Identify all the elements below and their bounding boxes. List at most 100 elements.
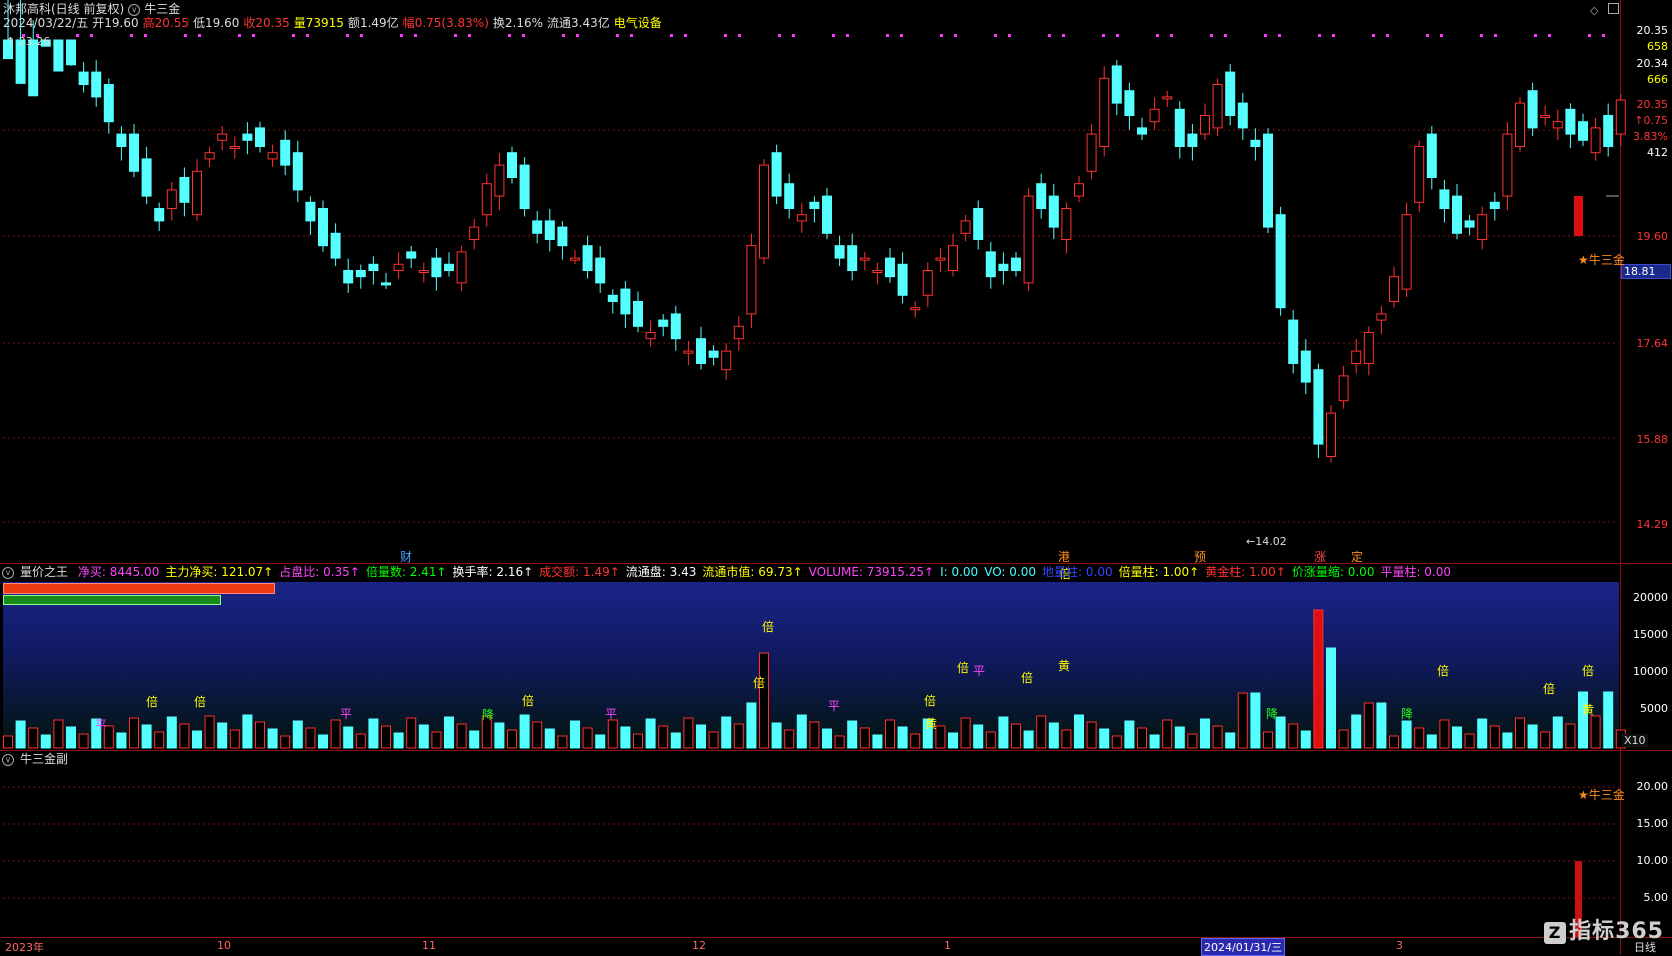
volume-bar: [1351, 714, 1362, 749]
volume-bar: [796, 714, 807, 749]
volume-bar: [1313, 609, 1324, 749]
signal-dot: [562, 34, 565, 37]
candle-body: [1048, 195, 1059, 228]
volume-bar: [708, 731, 719, 749]
volume-bar: [343, 726, 354, 749]
signal-dot: [1426, 34, 1429, 37]
signal-dot: [1372, 34, 1375, 37]
candle-body: [129, 133, 139, 172]
chart-canvas[interactable]: 倍倍平平 降倍平倍倍平 倍倍黄倍平倍黄降 降倍倍倍黄: [0, 0, 1672, 955]
candle-body: [418, 270, 429, 273]
volume-bar: [1187, 733, 1198, 749]
volume-bar: [507, 729, 517, 749]
pane-settings-icon[interactable]: v: [2, 566, 14, 579]
signal-dot: [1534, 34, 1537, 37]
volume-bar: [1489, 725, 1500, 749]
signal-dot: [1386, 34, 1389, 37]
volume-bar: [847, 720, 858, 749]
signal-dot: [940, 34, 943, 37]
candle-body: [91, 71, 102, 98]
candle-body: [1389, 276, 1399, 303]
high-mark: ↑ 23.26: [6, 35, 51, 48]
candle-body: [532, 220, 543, 234]
volume-bar: [280, 735, 291, 749]
volume-bar: [1326, 647, 1336, 749]
candle-body: [1250, 139, 1261, 148]
signal-dot: [144, 34, 147, 37]
volume-bar: [15, 720, 26, 749]
candle-body: [1552, 121, 1563, 129]
volume-bar: [28, 727, 39, 749]
x-label-10: 10: [217, 939, 231, 952]
main-buy-bar: [3, 595, 221, 605]
volume-signal-label: 降: [482, 708, 494, 722]
candle-body: [822, 195, 832, 234]
volume-signal-label: 倍: [146, 694, 158, 709]
volume-bar: [935, 725, 946, 749]
candle-body: [103, 84, 114, 123]
candle-body: [381, 282, 391, 286]
candle-body: [1149, 108, 1160, 123]
candle-body: [985, 251, 996, 278]
vol-axis-3: 10000: [1633, 665, 1668, 678]
candle-body: [834, 245, 845, 259]
volume-bar: [809, 721, 820, 749]
low-mark: ←14.02: [1246, 535, 1287, 548]
candle-body: [607, 294, 618, 302]
candle-body: [1351, 350, 1362, 365]
volume-field-14: 价涨量缩: 0.00: [1291, 565, 1375, 579]
candle-body: [1263, 133, 1273, 228]
current-price-box: 18.81: [1621, 264, 1671, 279]
price-label-5: 20.35: [1636, 98, 1669, 111]
volume-bar: [154, 731, 165, 749]
indicator-tag: ★牛三金: [1578, 253, 1625, 267]
pane-settings-icon[interactable]: v: [2, 753, 14, 766]
volume-field-0: 净买: 8445.00: [77, 565, 160, 579]
volume-bar: [1111, 735, 1122, 749]
candle-body: [1275, 214, 1286, 309]
volume-signal-label: 降: [1266, 707, 1278, 721]
price-label-2: 658: [1647, 40, 1668, 53]
volume-bar: [834, 735, 845, 749]
volume-field-3: 倍量数: 2.41↑: [365, 565, 447, 579]
candle-body: [229, 146, 240, 149]
signal-dot: [1318, 34, 1321, 37]
candle-body: [809, 201, 820, 210]
candle-body: [305, 201, 316, 222]
volume-signal-label: 黄: [1058, 659, 1070, 673]
volume-field-6: 流通盘: 3.43: [625, 565, 697, 579]
watermark: Z 指标365: [1544, 913, 1664, 945]
candle-body: [922, 270, 933, 296]
signal-dot: [306, 34, 309, 37]
volume-bar: [1074, 714, 1084, 749]
signal-dot: [130, 34, 133, 37]
volume-bar: [1477, 718, 1488, 749]
candle-body: [1099, 77, 1110, 147]
volume-signal-label: 平: [828, 699, 840, 713]
signal-dot: [1548, 34, 1551, 37]
volume-bar: [431, 731, 442, 749]
candle-body: [633, 301, 643, 327]
volume-bar: [897, 726, 908, 749]
sub-indicator-name[interactable]: 牛三金副: [20, 752, 68, 766]
volume-indicator-name[interactable]: 量价之王: [20, 565, 68, 579]
volume-bar: [1552, 716, 1563, 749]
volume-bar: [355, 733, 366, 749]
vol-axis-2: 15000: [1633, 628, 1668, 641]
signal-dot: [1588, 34, 1591, 37]
volume-signal-label: 倍: [1021, 670, 1033, 685]
volume-signal-label: 平: [605, 707, 617, 721]
candle-body: [1237, 102, 1248, 129]
candle-body: [431, 257, 442, 278]
volume-signal-label: 倍: [1582, 663, 1594, 678]
signal-dot: [1116, 34, 1119, 37]
candle-body: [1464, 220, 1475, 228]
volume-signal-label: 倍: [1437, 663, 1449, 678]
signal-dot: [346, 34, 349, 37]
volume-field-9: I: 0.00: [940, 565, 979, 579]
candle-body: [393, 263, 404, 271]
volume-bar: [771, 722, 782, 749]
volume-bar: [3, 735, 13, 749]
candle-body: [1023, 195, 1034, 284]
vol-axis-1: 20000: [1633, 591, 1668, 604]
